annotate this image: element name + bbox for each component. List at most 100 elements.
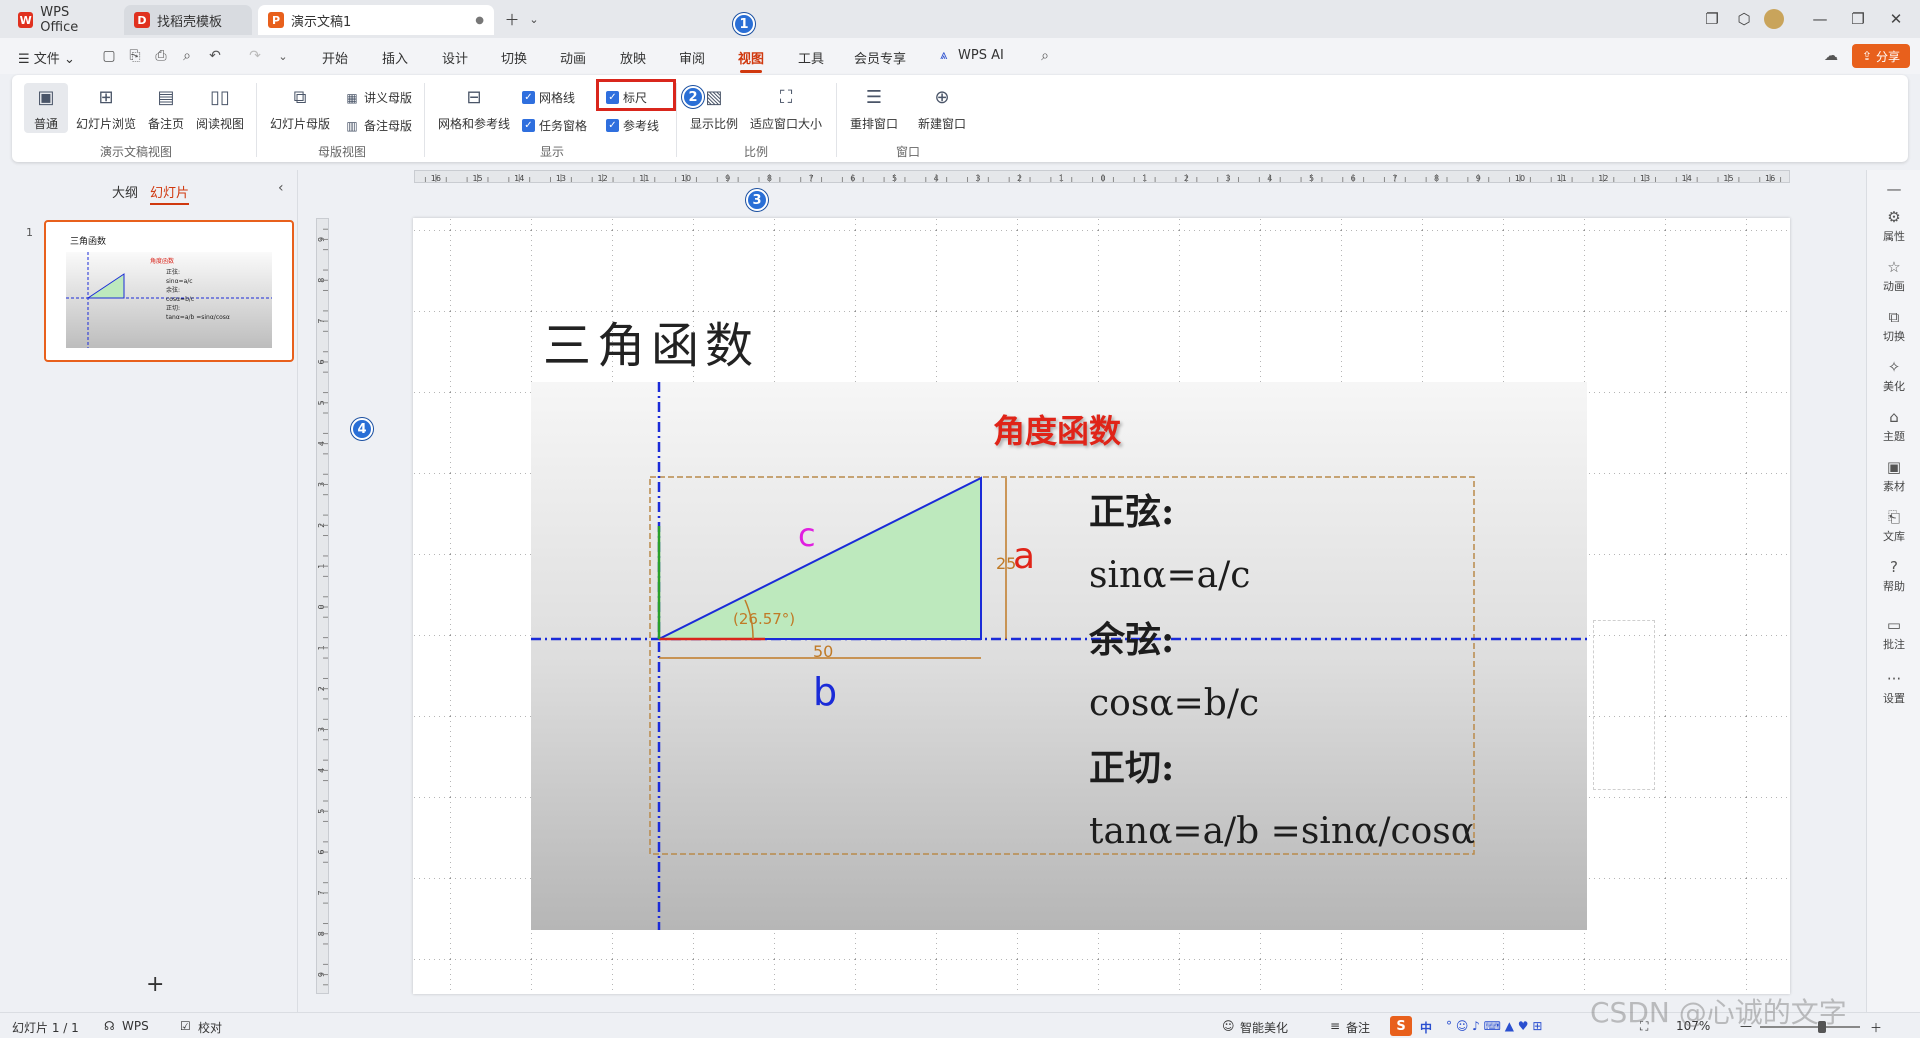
share-button[interactable]: ⇪ 分享 [1852, 44, 1910, 68]
slide-master-button[interactable]: ⧉ 幻灯片母版 [270, 83, 330, 132]
sidebar-item-library[interactable]: ⎗ 文库 [1867, 508, 1920, 544]
normal-view-button[interactable]: ▣ 普通 [24, 83, 68, 133]
sidebar-item-properties[interactable]: ⚙ 属性 [1867, 208, 1920, 244]
slides-tab[interactable]: 幻灯片 [150, 182, 190, 205]
tab-close-icon[interactable]: ● [475, 15, 484, 26]
minimize-icon[interactable]: — [1808, 8, 1832, 30]
close-icon[interactable]: ✕ [1884, 8, 1908, 30]
search-icon[interactable]: ⌕ [1036, 47, 1054, 65]
check-icon: ✓ [522, 119, 535, 132]
menu-view[interactable]: 视图 [738, 48, 764, 73]
proof-button[interactable]: 校对 [198, 1019, 222, 1036]
collapse-panel-icon[interactable]: ‹ [278, 180, 284, 196]
horizontal-ruler[interactable]: 1615141312111098765432101234567891011121… [414, 170, 1790, 183]
notes-master-icon: ▥ [346, 118, 358, 133]
menu-home[interactable]: 开始 [322, 48, 348, 67]
ruler-checkbox[interactable]: ✓ 标尺 [606, 89, 647, 106]
notes-page-label: 备注页 [148, 117, 185, 131]
sidebar-collapse-icon[interactable]: — [1867, 180, 1920, 200]
cloud-icon[interactable]: ☁ [1822, 47, 1840, 65]
menu-insert[interactable]: 插入 [382, 48, 408, 67]
new-window-icon: ⊕ [934, 86, 950, 108]
new-tab-icon[interactable]: ＋ [500, 8, 524, 30]
sidebar-item-settings[interactable]: ··· 设置 [1867, 670, 1920, 706]
box-icon[interactable]: ⬡ [1732, 8, 1756, 30]
dimension-25: 25 [996, 554, 1017, 573]
add-slide-icon[interactable]: + [146, 972, 164, 997]
notes-button[interactable]: 备注 [1346, 1019, 1370, 1036]
wps-status[interactable]: WPS [122, 1019, 149, 1033]
thumb-line: 余弦: [166, 287, 181, 294]
sidebar-item-help[interactable]: ? 帮助 [1867, 558, 1920, 594]
notes-icon: ≡ [1330, 1019, 1341, 1033]
file-menu[interactable]: ☰ 文件 ⌄ [18, 48, 75, 67]
menu-animation[interactable]: 动画 [560, 48, 586, 67]
maximize-icon[interactable]: ❐ [1846, 8, 1870, 30]
undo-icon[interactable]: ↶ [206, 47, 224, 65]
window-restore-icon[interactable]: ❐ [1700, 8, 1724, 30]
new-window-button[interactable]: ⊕ 新建窗口 [918, 83, 966, 132]
menu-bar: ☰ 文件 ⌄ ▢ ⎘ ⎙ ⌕ ↶ ↷ ⌄ 开始 插入 设计 切换 动画 放映 审… [0, 38, 1920, 74]
sidebar-item-comments[interactable]: ▭ 批注 [1867, 616, 1920, 652]
sidebar-label: 美化 [1883, 380, 1905, 393]
slide-subtitle[interactable]: 角度函数 [993, 406, 1121, 452]
sidebar-item-transition[interactable]: ⧉ 切换 [1867, 308, 1920, 344]
tab-template[interactable]: D 找稻壳模板 [124, 5, 252, 35]
menu-design[interactable]: 设计 [442, 48, 468, 67]
menu-tools[interactable]: 工具 [798, 48, 824, 67]
dimension-50: 50 [813, 642, 834, 661]
beautify-button[interactable]: 智能美化 [1240, 1019, 1288, 1036]
annotation-badge-1: 1 [733, 13, 755, 35]
preview-icon[interactable]: ⌕ [178, 47, 196, 65]
group-label-master-views: 母版视图 [318, 145, 367, 159]
slide-canvas[interactable]: 三角函数 角度函数 c a 25 50 b (26.57°) 正弦: sinα=… [413, 218, 1790, 994]
fit-window-icon: ⛶ [779, 86, 793, 108]
formula-list[interactable]: 正弦: sinα=a/c 余弦: cosα=b/c 正切: tanα=a/b =… [1089, 480, 1475, 864]
menu-member[interactable]: 会员专享 [854, 48, 906, 67]
slide-title[interactable]: 三角函数 [543, 306, 759, 376]
avatar[interactable] [1764, 9, 1784, 29]
thumb-title: 三角函数 [70, 237, 107, 247]
ime-logo-icon[interactable]: S [1390, 1016, 1412, 1036]
ime-mode[interactable]: 中 [1420, 1019, 1432, 1036]
grid-guides-icon: ⊟ [466, 86, 482, 108]
slide-thumbnail[interactable]: 三角函数 角度函数 正弦: sinα=a/c 余弦: cosα=b/c 正切: … [44, 220, 294, 362]
reading-view-button[interactable]: ▯▯ 阅读视图 [196, 83, 244, 132]
arrange-windows-label: 重排窗口 [850, 117, 899, 131]
sidebar-item-beautify[interactable]: ✧ 美化 [1867, 358, 1920, 394]
redo-icon[interactable]: ↷ [246, 47, 264, 65]
menu-slideshow[interactable]: 放映 [620, 48, 646, 67]
save-icon[interactable]: ▢ [100, 47, 118, 65]
print-icon[interactable]: ⎙ [152, 47, 170, 65]
notes-master-button[interactable]: ▥ 备注母版 [344, 117, 412, 134]
sidebar-item-animation[interactable]: ☆ 动画 [1867, 258, 1920, 294]
outline-tab[interactable]: 大纲 [112, 182, 138, 201]
more-chevron-icon[interactable]: ⌄ [274, 47, 292, 65]
tab-presentation[interactable]: P 演示文稿1 ● [258, 5, 494, 35]
notes-page-button[interactable]: ▤ 备注页 [148, 83, 184, 132]
thumb-line: 正弦: [166, 269, 181, 276]
placeholder-box[interactable] [1593, 620, 1655, 790]
thumb-line: 正切: [166, 305, 181, 312]
zoom-ratio-label: 显示比例 [690, 117, 739, 131]
tab-wps-office[interactable]: W WPS Office [8, 5, 118, 35]
gridlines-checkbox[interactable]: ✓ 网格线 [522, 89, 575, 106]
task-pane-checkbox[interactable]: ✓ 任务窗格 [522, 117, 587, 134]
ime-tools-icon[interactable]: ° ☺ ♪ ⌨ ▲ ♥ ⊞ [1446, 1019, 1542, 1033]
menu-transition[interactable]: 切换 [501, 48, 527, 67]
label-c: c [798, 516, 816, 554]
handout-master-button[interactable]: ▦ 讲义母版 [344, 89, 412, 106]
sidebar-item-materials[interactable]: ▣ 素材 [1867, 458, 1920, 494]
chevron-down-icon[interactable]: ⌄ [522, 8, 546, 30]
fit-window-button[interactable]: ⛶ 适应窗口大小 [750, 83, 822, 132]
zoom-in-icon[interactable]: ＋ [1870, 1019, 1882, 1036]
guides-checkbox[interactable]: ✓ 参考线 [606, 117, 659, 134]
slide-sorter-button[interactable]: ⊞ 幻灯片浏览 [76, 83, 136, 132]
sidebar-item-theme[interactable]: ⌂ 主题 [1867, 408, 1920, 444]
menu-wps-ai[interactable]: WPS AI [958, 48, 1004, 63]
paste-icon[interactable]: ⎘ [126, 47, 144, 65]
grid-guides-button[interactable]: ⊟ 网格和参考线 [438, 83, 510, 132]
arrange-windows-button[interactable]: ☰ 重排窗口 [850, 83, 898, 132]
vertical-ruler[interactable]: 9876543210123456789 [316, 218, 329, 994]
menu-review[interactable]: 审阅 [679, 48, 705, 67]
